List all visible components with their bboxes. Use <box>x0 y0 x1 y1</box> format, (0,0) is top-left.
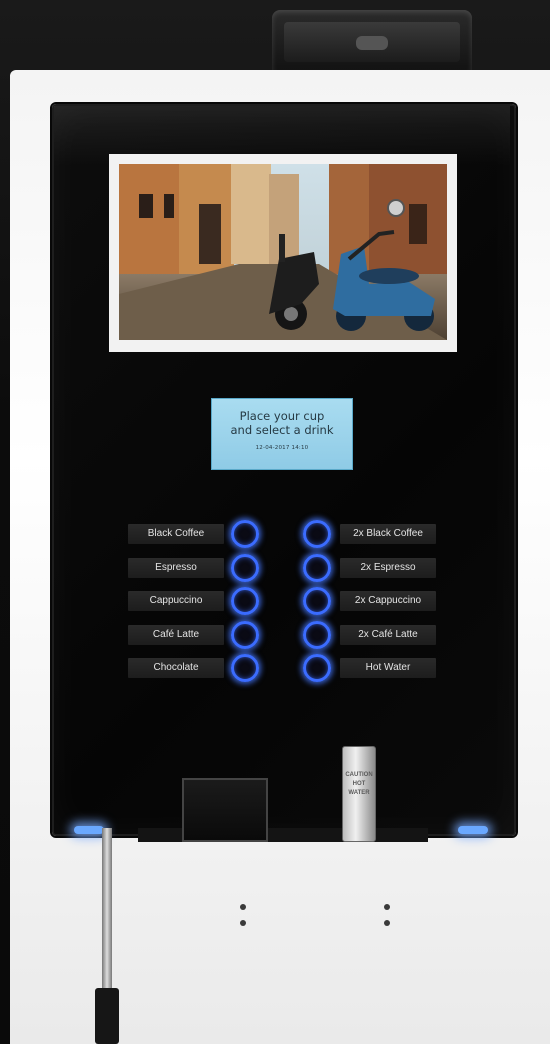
hot-water-caution-text: CAUTION HOT WATER <box>345 772 373 796</box>
street-scooter-image <box>119 164 447 340</box>
drink-label-2x-black-coffee[interactable]: 2x Black Coffee <box>340 524 436 544</box>
drink-label-cafe-latte[interactable]: Café Latte <box>128 625 224 645</box>
coffee-outlet <box>182 778 268 842</box>
drink-label-cappuccino[interactable]: Cappuccino <box>128 591 224 611</box>
steam-wand <box>102 828 112 992</box>
select-espresso-button[interactable] <box>231 554 259 582</box>
select-hot-water-button[interactable] <box>303 654 331 682</box>
hopper-knob <box>356 36 388 50</box>
select-2x-cafe-latte-button[interactable] <box>303 621 331 649</box>
select-2x-black-coffee-button[interactable] <box>303 520 331 548</box>
select-chocolate-button[interactable] <box>231 654 259 682</box>
display-datetime: 12-04-2017 14:10 <box>255 445 309 451</box>
promo-screen <box>109 154 457 352</box>
drink-label-espresso[interactable]: Espresso <box>128 558 224 578</box>
display-line-1: Place your cup <box>239 409 325 423</box>
screw <box>384 904 390 910</box>
select-2x-espresso-button[interactable] <box>303 554 331 582</box>
front-panel: Place your cup and select a drink 12-04-… <box>52 104 516 842</box>
left-led-light <box>74 826 104 834</box>
screw <box>240 904 246 910</box>
select-cappuccino-button[interactable] <box>231 587 259 615</box>
status-display: Place your cup and select a drink 12-04-… <box>211 398 353 470</box>
drink-label-chocolate[interactable]: Chocolate <box>128 658 224 678</box>
steam-wand-grip[interactable] <box>95 988 119 1044</box>
screw <box>240 920 246 926</box>
drink-label-black-coffee[interactable]: Black Coffee <box>128 524 224 544</box>
select-2x-cappuccino-button[interactable] <box>303 587 331 615</box>
display-line-2: and select a drink <box>230 423 334 437</box>
hot-water-outlet: CAUTION HOT WATER <box>342 746 376 842</box>
drink-label-hot-water[interactable]: Hot Water <box>340 658 436 678</box>
promo-illustration <box>119 164 447 340</box>
bean-hopper <box>272 10 472 72</box>
drink-label-2x-espresso[interactable]: 2x Espresso <box>340 558 436 578</box>
right-led-light <box>458 826 488 834</box>
drink-label-2x-cafe-latte[interactable]: 2x Café Latte <box>340 625 436 645</box>
screw <box>384 920 390 926</box>
select-cafe-latte-button[interactable] <box>231 621 259 649</box>
drink-label-2x-cappuccino[interactable]: 2x Cappuccino <box>340 591 436 611</box>
select-black-coffee-button[interactable] <box>231 520 259 548</box>
